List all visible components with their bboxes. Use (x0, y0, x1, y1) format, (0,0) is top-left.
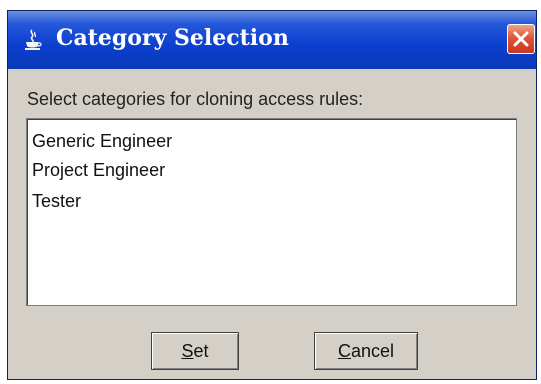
cancel-mnemonic: C (337, 341, 351, 361)
instruction-label: Select categories for cloning access rul… (27, 89, 364, 109)
category-list[interactable]: Generic Engineer Project Engineer Tester (26, 118, 517, 306)
title-bar[interactable]: Category Selection (8, 11, 536, 69)
set-label: et (193, 341, 209, 361)
window-title: Category Selection (56, 25, 289, 51)
list-item-tester[interactable]: Tester (32, 191, 81, 212)
set-mnemonic: S (181, 341, 194, 361)
list-item-generic-engineer[interactable]: Generic Engineer (32, 131, 172, 152)
cancel-button[interactable]: Cancel (314, 332, 418, 370)
cancel-label: ancel (350, 341, 395, 361)
java-coffee-icon (24, 29, 42, 51)
category-selection-dialog: Category Selection Select categories for… (7, 10, 537, 380)
list-item-project-engineer[interactable]: Project Engineer (32, 160, 165, 181)
set-button[interactable]: Set (151, 332, 239, 370)
close-button[interactable] (507, 24, 535, 54)
